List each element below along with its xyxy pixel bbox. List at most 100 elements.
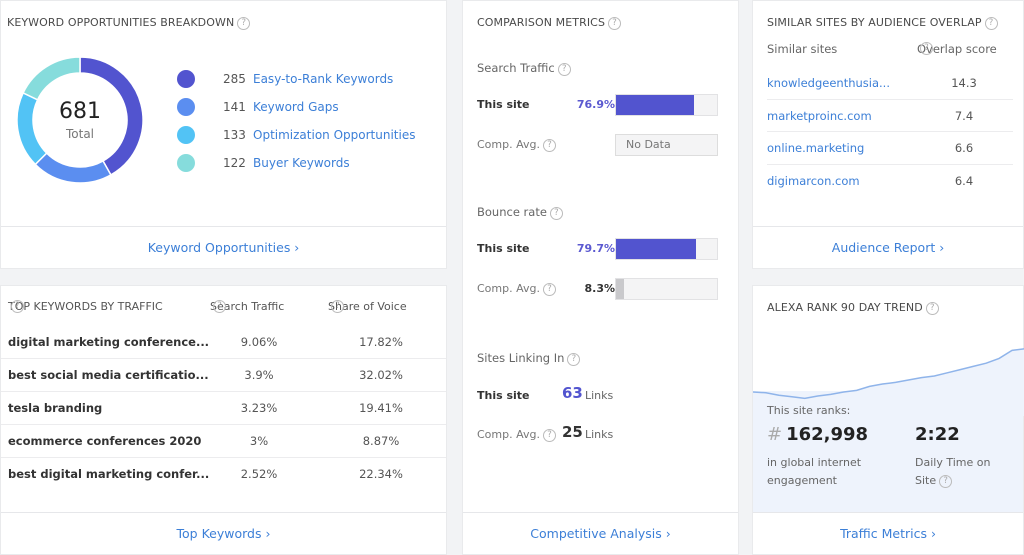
this-site-label: This site bbox=[477, 98, 530, 111]
help-icon[interactable]: ? bbox=[939, 475, 953, 488]
table-row: digital marketing conference... 9.06% 17… bbox=[1, 326, 446, 359]
overlap-score-cell: 14.3 bbox=[951, 76, 977, 90]
help-icon[interactable]: ? bbox=[542, 429, 556, 442]
table-row: knowledgeenthusia... 14.3 bbox=[767, 67, 1013, 100]
comparison-metrics-title-text: COMPARISON METRICS bbox=[477, 16, 606, 29]
bounce-rate-comp-avg-value: 8.3% bbox=[584, 282, 615, 295]
search-traffic-cell: 3.9% bbox=[244, 368, 274, 382]
comp-avg-label-text: Comp. Avg. bbox=[477, 428, 540, 441]
share-of-voice-cell: 32.02% bbox=[359, 368, 403, 382]
comp-avg-links-count: 25 bbox=[562, 423, 583, 441]
search-traffic-title-text: Search Traffic bbox=[477, 61, 555, 75]
help-icon[interactable]: ? bbox=[542, 139, 556, 152]
daily-time-value: 2:22 bbox=[915, 424, 960, 445]
search-traffic-cell: 2.52% bbox=[240, 467, 278, 481]
overlap-score-cell: 6.4 bbox=[954, 173, 974, 188]
table-row: best social media certificatio... 3.9% 3… bbox=[1, 359, 446, 392]
share-of-voice-cell: 22.34% bbox=[359, 467, 403, 481]
bounce-rate-comp-avg-row: Comp. Avg.? 8.3% bbox=[477, 278, 720, 300]
share-of-voice-cell: 19.41% bbox=[359, 401, 403, 415]
comp-avg-links-unit: Links bbox=[585, 428, 614, 441]
keyword-cell: digital marketing conference... bbox=[8, 335, 210, 349]
sites-linking-comp-avg-row: Comp. Avg.? 25 Links bbox=[477, 423, 717, 445]
legend-item[interactable]: 122 Buyer Keywords bbox=[177, 149, 415, 177]
no-data-box: No Data bbox=[615, 134, 718, 156]
hash-icon: # bbox=[767, 424, 783, 445]
table-row: tesla branding 3.23% 19.41% bbox=[1, 392, 446, 425]
help-icon[interactable]: ? bbox=[213, 300, 226, 313]
table-row: best digital marketing confer... 2.52% 2… bbox=[1, 458, 446, 491]
top-keywords-title-text: TOP KEYWORDS BY TRAFFIC bbox=[8, 300, 163, 313]
help-icon[interactable]: ? bbox=[925, 302, 939, 315]
table-row: online.marketing 6.6 bbox=[767, 132, 1013, 165]
keyword-opportunities-title-text: KEYWORD OPPORTUNITIES BREAKDOWN bbox=[7, 16, 235, 29]
help-icon[interactable]: ? bbox=[920, 42, 933, 55]
alexa-rank-panel: ALEXA RANK 90 DAY TREND? This site ranks… bbox=[752, 285, 1024, 555]
help-icon[interactable]: ? bbox=[567, 353, 581, 366]
legend-link[interactable]: Easy-to-Rank Keywords bbox=[253, 72, 393, 86]
bounce-rate-this-site-bar bbox=[615, 238, 718, 260]
help-icon[interactable]: ? bbox=[608, 17, 622, 30]
search-traffic-cell: 3.23% bbox=[240, 401, 278, 415]
bounce-rate-comp-avg-bar-fill bbox=[616, 279, 625, 299]
legend-item[interactable]: 141 Keyword Gaps bbox=[177, 93, 415, 121]
this-site-label: This site bbox=[477, 389, 530, 402]
sites-linking-this-site-row: This site 63 Links bbox=[477, 384, 717, 406]
this-site-label: This site bbox=[477, 242, 530, 255]
legend-link[interactable]: Buyer Keywords bbox=[253, 156, 350, 170]
rank-intro-text: This site ranks: bbox=[767, 404, 851, 417]
this-site-links-unit: Links bbox=[585, 389, 614, 402]
similar-sites-table: knowledgeenthusia... 14.3 marketproinc.c… bbox=[767, 67, 1013, 197]
keyword-cell: ecommerce conferences 2020 bbox=[8, 434, 202, 448]
help-icon[interactable]: ? bbox=[549, 207, 563, 220]
similar-sites-panel: SIMILAR SITES BY AUDIENCE OVERLAP? Simil… bbox=[752, 0, 1024, 269]
competitive-analysis-link[interactable]: Competitive Analysis › bbox=[463, 512, 738, 554]
search-traffic-this-site-bar bbox=[615, 94, 718, 116]
share-of-voice-cell: 8.87% bbox=[362, 434, 400, 448]
keyword-cell: best social media certificatio... bbox=[8, 368, 209, 382]
legend-link[interactable]: Keyword Gaps bbox=[253, 100, 339, 114]
table-row: marketproinc.com 7.4 bbox=[767, 100, 1013, 132]
top-keywords-panel: TOP KEYWORDS BY TRAFFIC? Search Traffic?… bbox=[0, 285, 447, 555]
site-link[interactable]: marketproinc.com bbox=[767, 109, 872, 123]
legend-count: 285 bbox=[223, 72, 246, 86]
site-link[interactable]: online.marketing bbox=[767, 141, 864, 155]
top-keywords-link[interactable]: Top Keywords › bbox=[1, 512, 446, 554]
legend-item[interactable]: 133 Optimization Opportunities bbox=[177, 121, 415, 149]
comparison-metrics-panel: COMPARISON METRICS? Search Traffic? This… bbox=[462, 0, 739, 555]
global-rank: #162,998 bbox=[767, 424, 868, 445]
legend-count: 141 bbox=[223, 100, 246, 114]
help-icon[interactable]: ? bbox=[237, 17, 251, 30]
keyword-opportunities-title: KEYWORD OPPORTUNITIES BREAKDOWN? bbox=[7, 16, 251, 30]
sites-linking-in-title: Sites Linking In? bbox=[477, 351, 581, 366]
bounce-rate-title: Bounce rate? bbox=[477, 205, 563, 220]
legend-link[interactable]: Optimization Opportunities bbox=[253, 128, 415, 142]
overlap-score-cell: 7.4 bbox=[954, 108, 974, 123]
alexa-rank-title-text: ALEXA RANK 90 DAY TREND bbox=[767, 301, 923, 314]
help-icon[interactable]: ? bbox=[11, 300, 24, 313]
audience-report-link[interactable]: Audience Report › bbox=[753, 226, 1023, 268]
legend-dot-icon bbox=[177, 98, 195, 116]
help-icon[interactable]: ? bbox=[331, 300, 344, 313]
keyword-opportunities-link[interactable]: Keyword Opportunities › bbox=[1, 226, 446, 268]
help-icon[interactable]: ? bbox=[542, 283, 556, 296]
global-rank-value: 162,998 bbox=[786, 424, 869, 445]
keyword-opportunities-panel: KEYWORD OPPORTUNITIES BREAKDOWN? 681 Tot… bbox=[0, 0, 447, 269]
help-icon[interactable]: ? bbox=[984, 17, 998, 30]
legend-item[interactable]: 285 Easy-to-Rank Keywords bbox=[177, 65, 415, 93]
donut-total-value: 681 bbox=[59, 99, 101, 124]
site-link[interactable]: knowledgeenthusia... bbox=[767, 76, 890, 90]
search-traffic-this-site-bar-fill bbox=[616, 95, 694, 115]
help-icon[interactable]: ? bbox=[557, 63, 571, 76]
daily-time-description: Daily Time on Site? bbox=[915, 454, 1015, 490]
traffic-metrics-link[interactable]: Traffic Metrics › bbox=[753, 512, 1023, 554]
bounce-rate-this-site-row: This site 79.7% bbox=[477, 238, 720, 260]
site-link[interactable]: digimarcon.com bbox=[767, 174, 860, 188]
legend-dot-icon bbox=[177, 154, 195, 172]
comp-avg-label: Comp. Avg.? bbox=[477, 428, 556, 442]
column-header-similar-sites: Similar sites bbox=[767, 42, 838, 56]
donut-total-label: Total bbox=[65, 127, 95, 141]
comp-avg-label-text: Comp. Avg. bbox=[477, 282, 540, 295]
keyword-cell: best digital marketing confer... bbox=[8, 467, 210, 481]
this-site-links-count: 63 bbox=[562, 384, 583, 402]
